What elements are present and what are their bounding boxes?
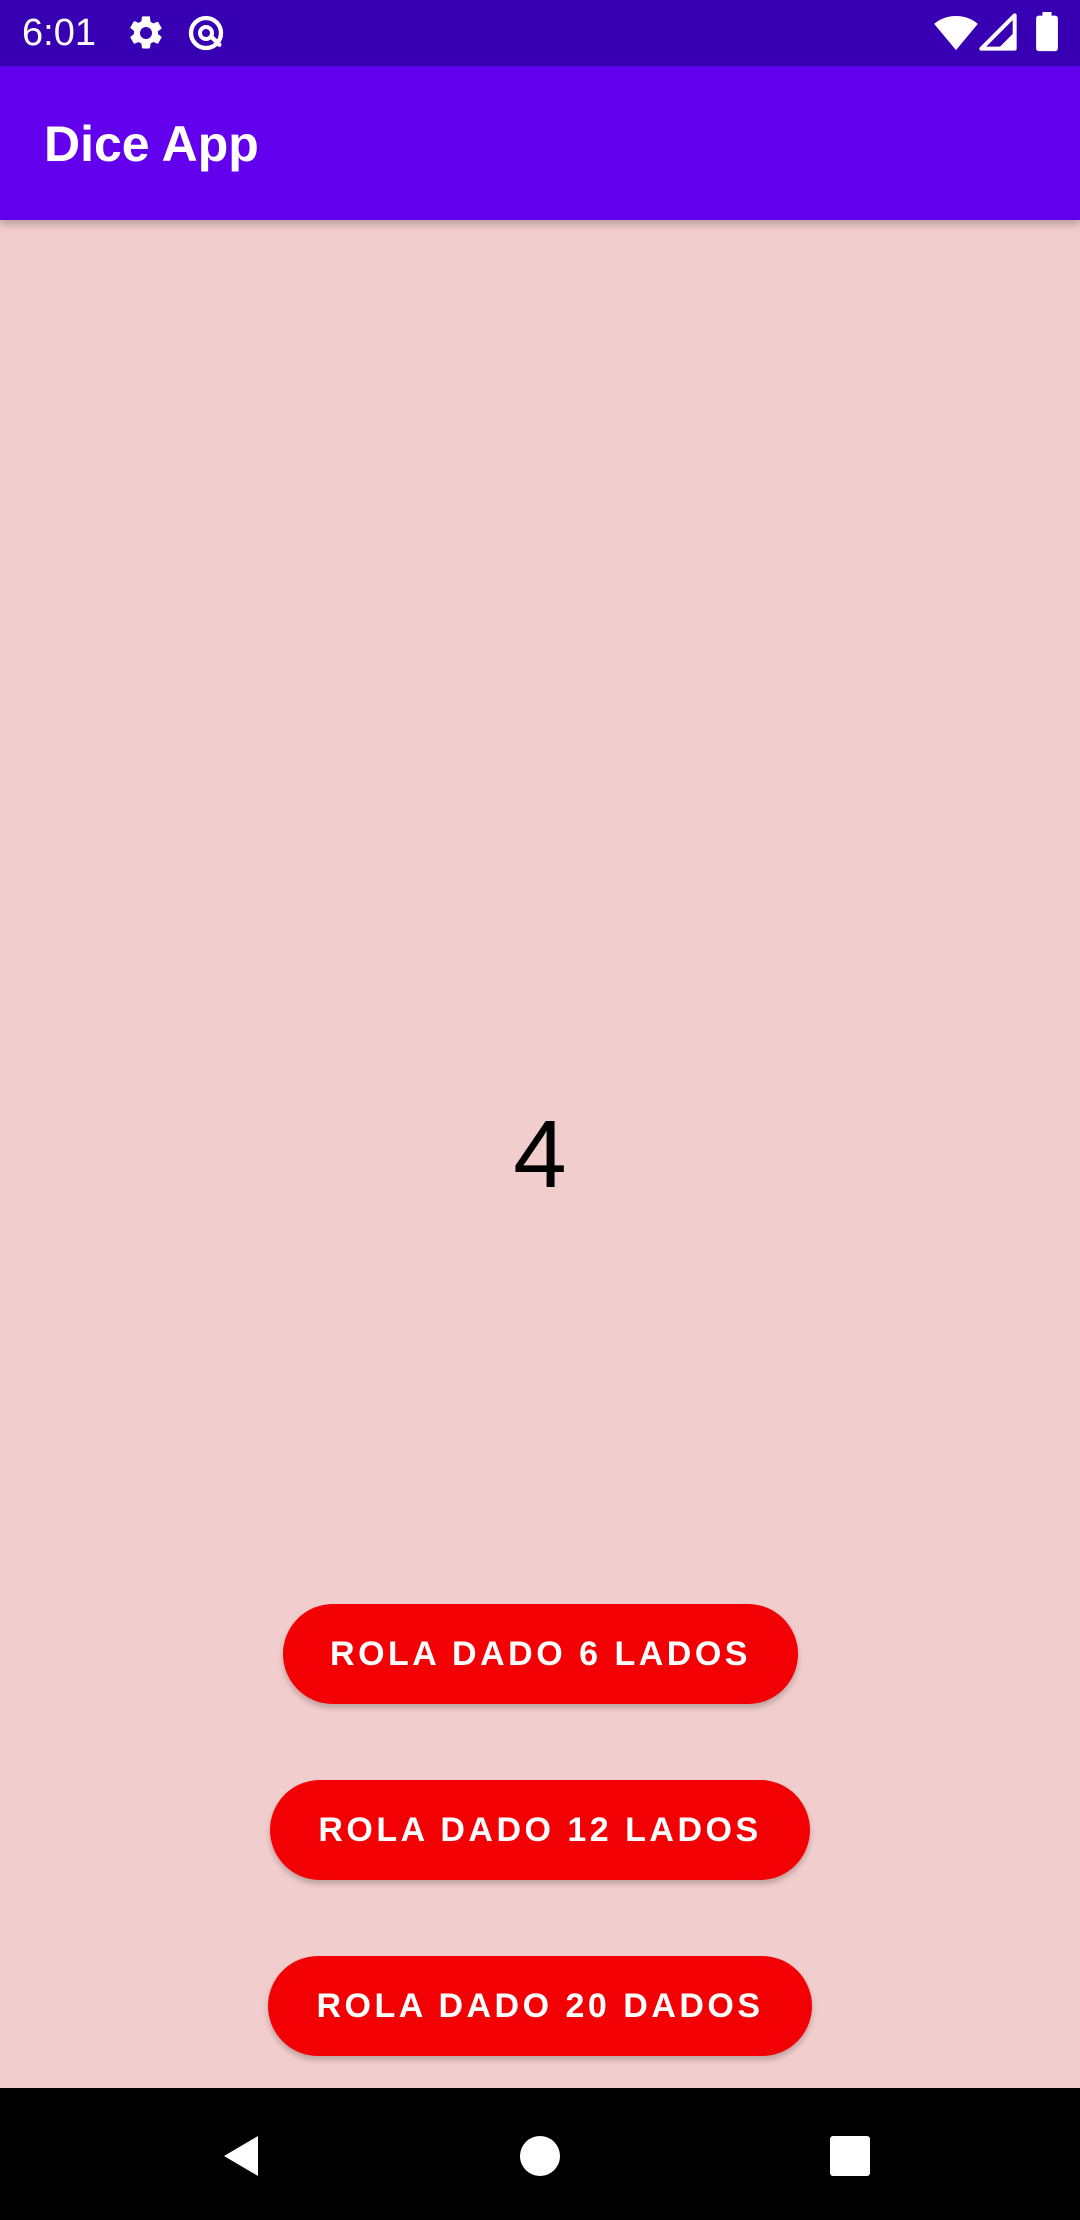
home-icon[interactable] [500,2116,580,2196]
status-bar: 6:01 [0,0,1080,66]
wifi-icon [934,16,978,51]
app-bar: Dice App [0,66,1080,220]
main-content: 4 ROLA DADO 6 LADOS ROLA DADO 12 LADOS R… [0,220,1080,2088]
status-time: 6:01 [22,12,96,54]
back-icon[interactable] [200,2116,280,2196]
roll-20-sided-button[interactable]: ROLA DADO 20 DADOS [268,1956,812,2056]
signal-icon [979,13,1017,51]
app-title: Dice App [44,116,259,172]
battery-icon [1036,12,1058,52]
at-sign-icon [188,15,224,51]
recents-icon[interactable] [810,2116,890,2196]
gear-icon [130,16,162,49]
roll-12-sided-button[interactable]: ROLA DADO 12 LADOS [270,1780,810,1880]
dice-result: 4 [513,1101,567,1208]
roll-6-sided-button[interactable]: ROLA DADO 6 LADOS [283,1604,798,1704]
navigation-bar [0,2088,1080,2220]
